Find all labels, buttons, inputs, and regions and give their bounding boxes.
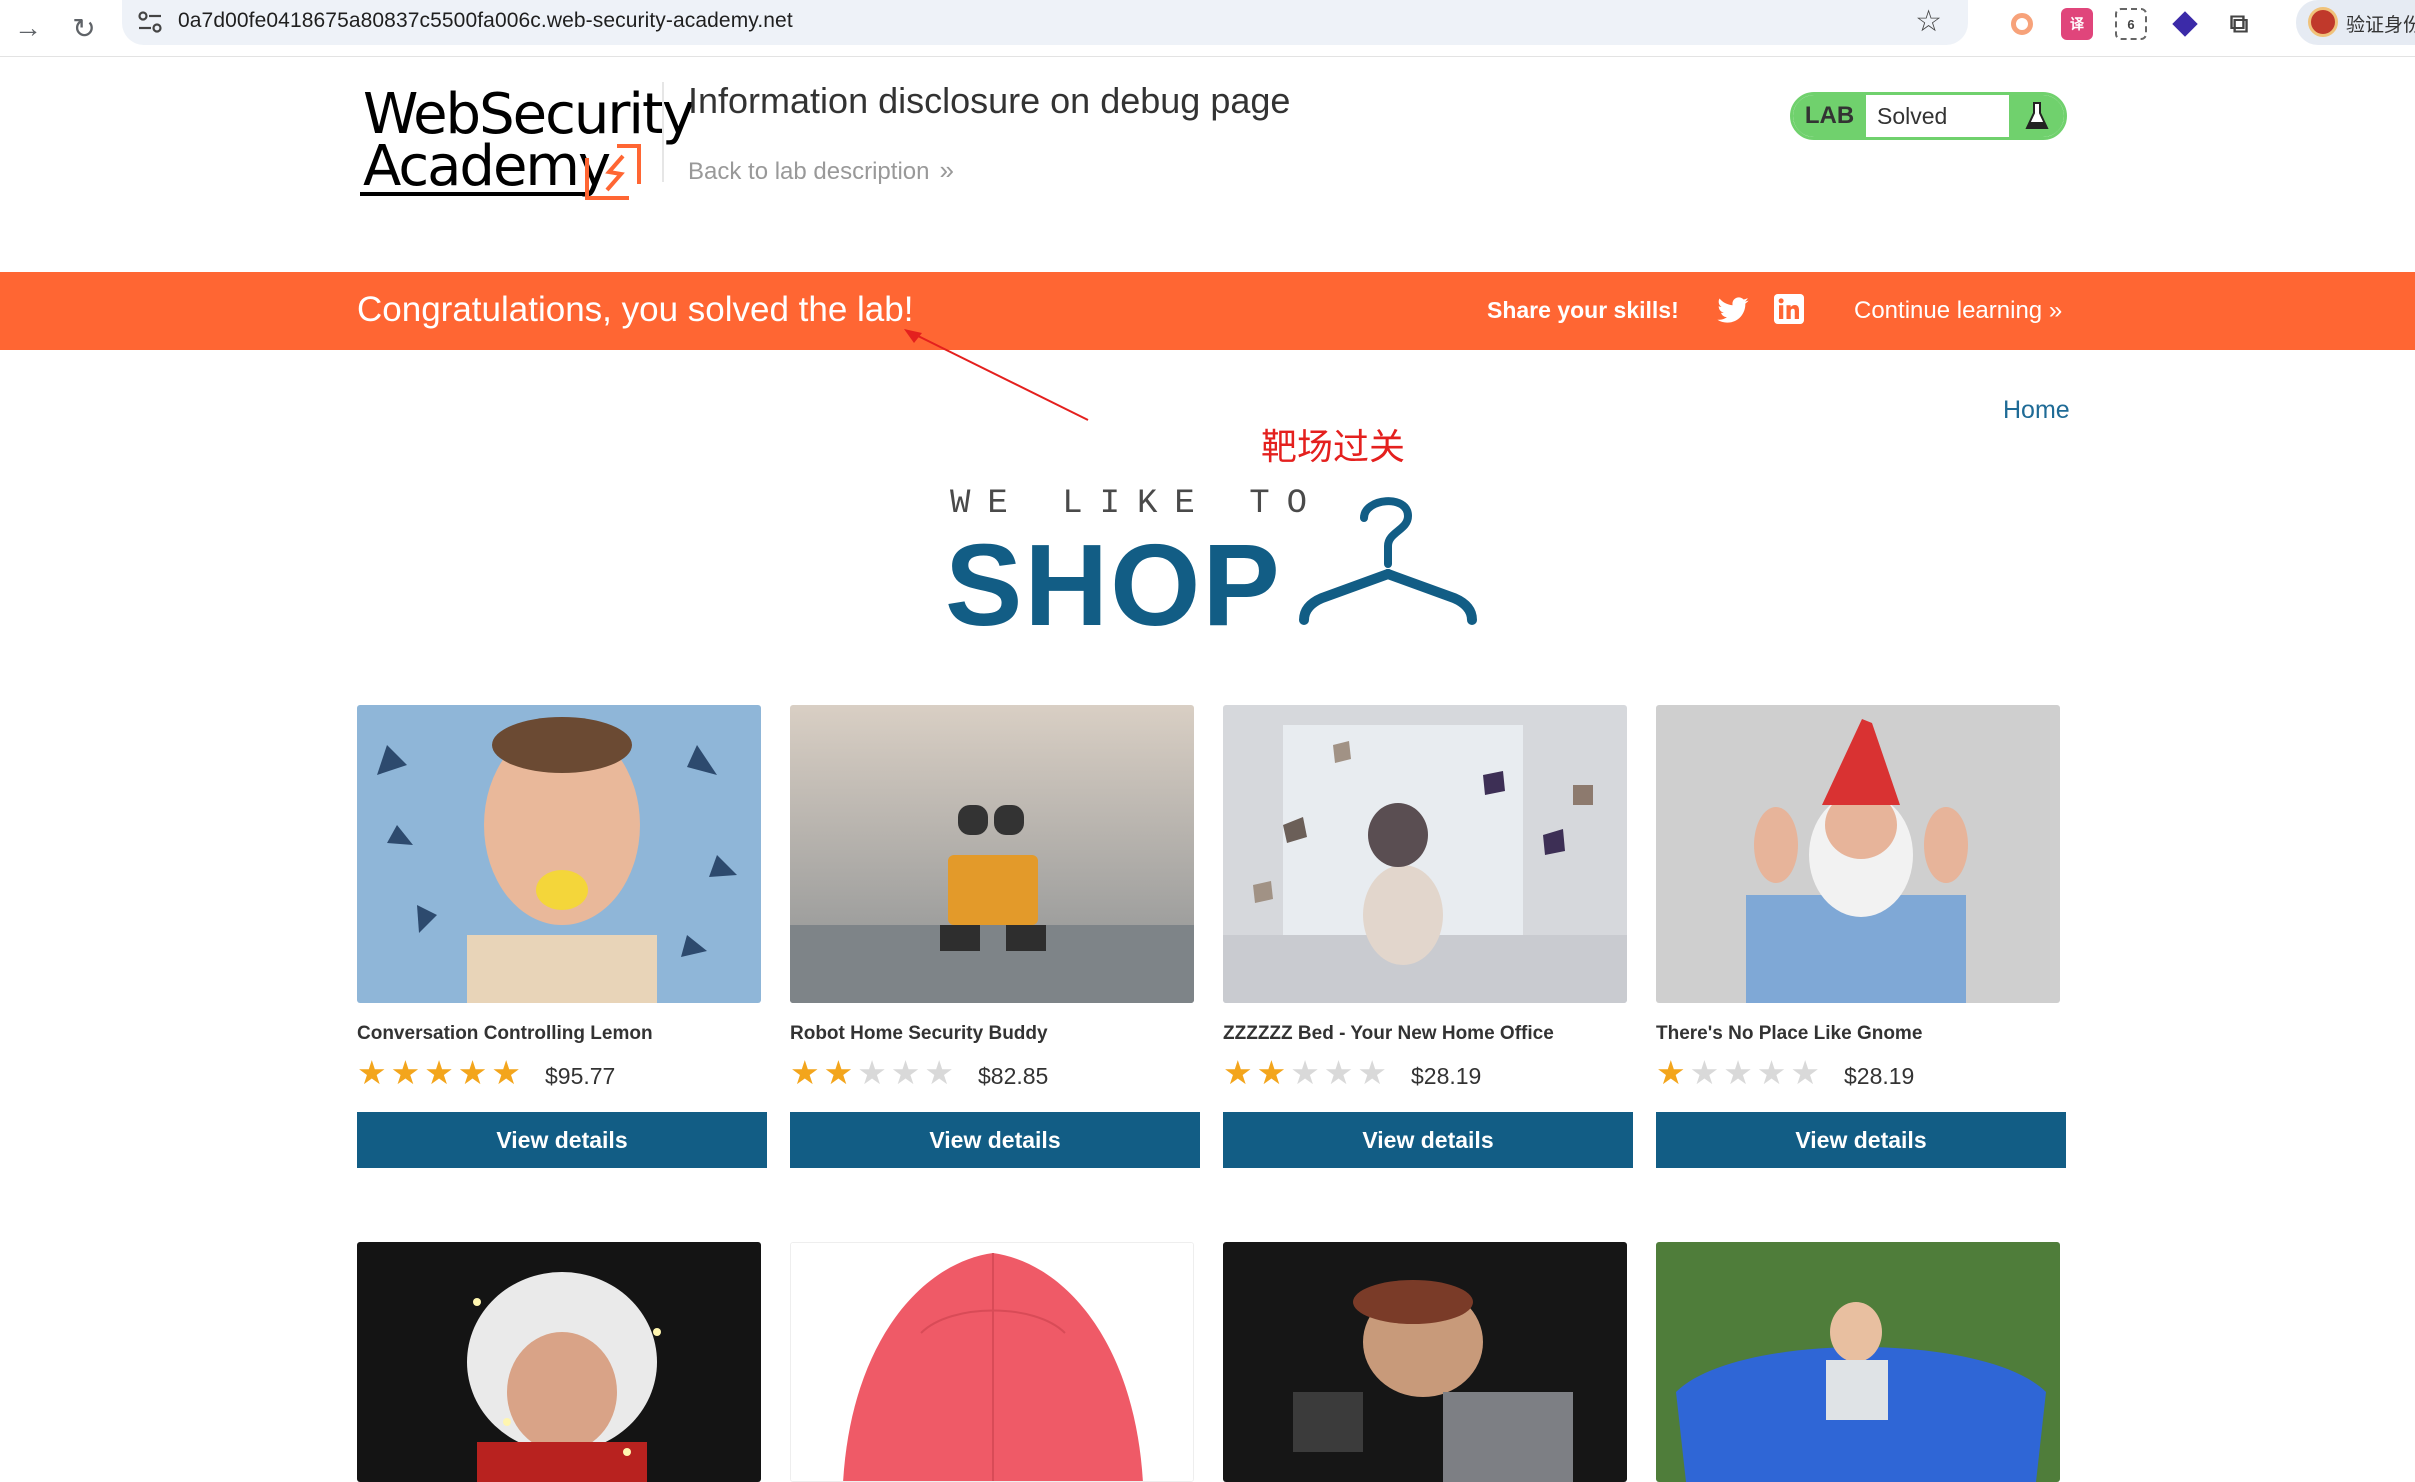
star-empty-icon: ★ (857, 1054, 887, 1091)
double-chevron-right-icon: » (939, 155, 954, 185)
product-image-bean-bag[interactable] (1656, 1242, 2060, 1482)
shop-logo-word: SHOP (945, 520, 1282, 650)
product-image-christmas-lights[interactable] (357, 1242, 761, 1482)
star-empty-icon: ★ (890, 1054, 921, 1091)
product-rating: ★ ★ ★ ★ ★ (357, 1054, 521, 1091)
star-empty-icon: ★ (1790, 1054, 1820, 1091)
product-rating: ★ ★ ★ ★ ★ (1656, 1054, 1820, 1091)
star-filled-icon: ★ (424, 1054, 454, 1091)
product-price: $95.77 (545, 1063, 616, 1089)
bookmark-star-icon[interactable]: ☆ (1915, 4, 1942, 39)
browser-toolbar: → ↻ 0a7d00fe0418675a80837c5500fa006c.web… (0, 0, 2415, 57)
lab-tag: LAB (1793, 95, 1866, 137)
home-link[interactable]: Home (2003, 396, 2070, 425)
product-image-robot[interactable] (790, 705, 1194, 1003)
share-skills-label: Share your skills! (1487, 297, 1679, 323)
reload-icon[interactable]: ↻ (64, 8, 104, 48)
product-image-camera-puppet[interactable] (1223, 1242, 1627, 1482)
profile-button[interactable]: 验证身份 (2296, 0, 2415, 45)
extension-circle-icon[interactable] (2006, 8, 2038, 40)
congratulations-banner: Congratulations, you solved the lab! Sha… (0, 272, 2415, 350)
back-to-lab-description-link[interactable]: Back to lab description » (688, 155, 954, 186)
back-link-label: Back to lab description (688, 158, 930, 185)
star-empty-icon: ★ (924, 1054, 954, 1091)
star-filled-icon: ★ (823, 1054, 854, 1091)
continue-learning-link[interactable]: Continue learning » (1854, 297, 2062, 325)
extension-screenshot-icon[interactable]: 6 (2115, 8, 2147, 40)
url-text[interactable]: 0a7d00fe0418675a80837c5500fa006c.web-sec… (178, 9, 793, 33)
logo-bolt-icon (585, 144, 641, 200)
view-details-button[interactable]: View details (1223, 1112, 1633, 1168)
product-image-books-bed[interactable] (1223, 705, 1627, 1003)
twitter-icon[interactable] (1716, 294, 1750, 328)
star-filled-icon: ★ (790, 1054, 820, 1091)
product-name: Conversation Controlling Lemon (357, 1023, 653, 1044)
header-divider (662, 82, 664, 182)
star-filled-icon: ★ (390, 1054, 421, 1091)
product-image-gnome[interactable] (1656, 705, 2060, 1003)
product-image-lemon-man[interactable] (357, 705, 761, 1003)
star-filled-icon: ★ (1656, 1054, 1686, 1091)
extension-diamond-icon[interactable] (2169, 8, 2201, 40)
star-filled-icon: ★ (457, 1054, 488, 1091)
lab-status-text: Solved (1877, 103, 1948, 129)
star-empty-icon: ★ (1323, 1054, 1354, 1091)
product-name: Robot Home Security Buddy (790, 1023, 1048, 1044)
continue-learning-label: Continue learning (1854, 297, 2043, 324)
product-rating: ★ ★ ★ ★ ★ (1223, 1054, 1387, 1091)
star-filled-icon: ★ (1256, 1054, 1287, 1091)
congratulations-message: Congratulations, you solved the lab! (357, 290, 914, 329)
annotation-text: 靶场过关 (1261, 427, 1406, 468)
extensions-puzzle-icon[interactable]: ⧉ (2223, 8, 2255, 40)
view-details-button[interactable]: View details (790, 1112, 1200, 1168)
product-price: $82.85 (978, 1063, 1049, 1089)
linkedin-icon[interactable] (1774, 294, 1804, 324)
logo-underline (360, 192, 590, 196)
product-price: $28.19 (1411, 1063, 1482, 1089)
lab-status-badge: LAB Solved (1790, 92, 2067, 140)
star-filled-icon: ★ (357, 1054, 387, 1091)
address-bar[interactable]: 0a7d00fe0418675a80837c5500fa006c.web-sec… (122, 0, 1968, 45)
product-rating: ★ ★ ★ ★ ★ (790, 1054, 954, 1091)
web-security-academy-logo[interactable]: WebSecurity Academy (355, 82, 695, 200)
star-empty-icon: ★ (1756, 1054, 1787, 1091)
double-chevron-right-icon: » (2048, 297, 2063, 324)
flask-icon (2009, 95, 2064, 137)
extension-translate-icon[interactable]: 译 (2061, 8, 2093, 40)
forward-icon[interactable]: → (8, 8, 48, 48)
product-name: ZZZZZZ Bed - Your New Home Office (1223, 1023, 1554, 1044)
star-empty-icon: ★ (1723, 1054, 1753, 1091)
product-price: $28.19 (1844, 1063, 1915, 1089)
star-empty-icon: ★ (1689, 1054, 1720, 1091)
avatar (2308, 7, 2338, 37)
product-name: There's No Place Like Gnome (1656, 1023, 1923, 1044)
star-filled-icon: ★ (1223, 1054, 1253, 1091)
lab-title: Information disclosure on debug page (688, 80, 1291, 121)
star-filled-icon: ★ (491, 1054, 521, 1091)
product-image-red-umbrella[interactable] (790, 1242, 1194, 1482)
star-empty-icon: ★ (1357, 1054, 1387, 1091)
annotation-arrow (904, 329, 1089, 421)
hanger-icon (1299, 497, 1477, 625)
site-settings-icon[interactable] (136, 9, 164, 35)
view-details-button[interactable]: View details (357, 1112, 767, 1168)
profile-label: 验证身份 (2346, 14, 2415, 36)
star-empty-icon: ★ (1290, 1054, 1320, 1091)
logo-text-line2: Academy (363, 134, 611, 199)
view-details-button[interactable]: View details (1656, 1112, 2066, 1168)
